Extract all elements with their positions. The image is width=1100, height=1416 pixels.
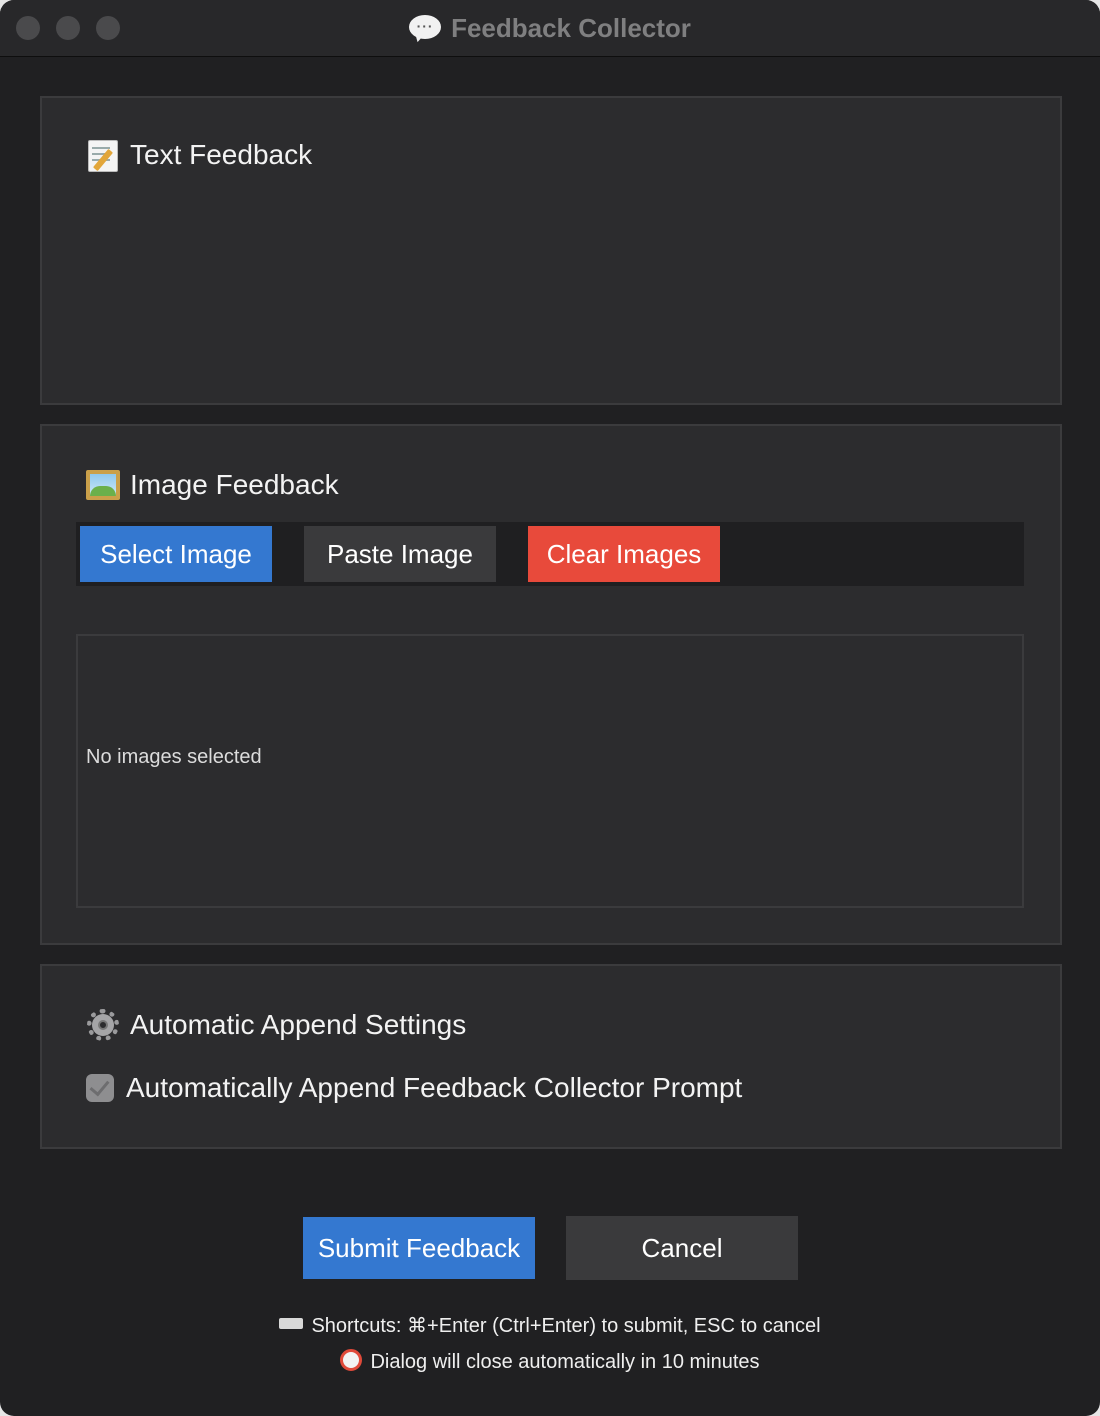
select-image-button[interactable]: Select Image [80, 526, 272, 582]
framed-picture-icon [86, 468, 120, 502]
memo-icon [86, 138, 120, 172]
image-feedback-title: Image Feedback [130, 469, 339, 500]
text-feedback-header: Text Feedback [86, 138, 312, 172]
text-feedback-group: Text Feedback [40, 96, 1062, 405]
checkmark-icon [89, 1075, 110, 1097]
timeout-hint: Dialog will close automatically in 10 mi… [0, 1349, 1100, 1374]
submit-feedback-button[interactable]: Submit Feedback [303, 1217, 535, 1279]
append-settings-group: Automatic Append Settings Automatically … [40, 964, 1062, 1149]
paste-image-button[interactable]: Paste Image [304, 526, 496, 582]
cancel-button[interactable]: Cancel [566, 1216, 798, 1280]
append-settings-title: Automatic Append Settings [130, 1009, 467, 1040]
auto-append-label[interactable]: Automatically Append Feedback Collector … [126, 1072, 742, 1104]
text-feedback-title: Text Feedback [130, 139, 313, 170]
window-title-container: ··· Feedback Collector [0, 0, 1100, 56]
keyboard-icon [279, 1318, 304, 1329]
no-images-label: No images selected [86, 746, 262, 768]
image-preview-area[interactable]: No images selected [76, 634, 1024, 908]
alarm-clock-icon [340, 1349, 363, 1371]
auto-append-checkbox-row[interactable]: Automatically Append Feedback Collector … [86, 1072, 742, 1104]
title-bar: ··· Feedback Collector [0, 0, 1100, 57]
gear-icon [86, 1008, 120, 1042]
feedback-collector-window: ··· Feedback Collector Text Feedback Ima… [0, 0, 1100, 1416]
image-button-bar: Select Image Paste Image Clear Images [76, 522, 1024, 586]
append-settings-header: Automatic Append Settings [86, 1008, 466, 1042]
timeout-text: Dialog will close automatically in 10 mi… [370, 1351, 760, 1373]
shortcuts-hint: Shortcuts: ⌘+Enter (Ctrl+Enter) to submi… [0, 1313, 1100, 1338]
image-feedback-group: Image Feedback Select Image Paste Image … [40, 424, 1062, 945]
speech-bubble-icon: ··· [409, 15, 442, 44]
clear-images-button[interactable]: Clear Images [528, 526, 720, 582]
auto-append-checkbox[interactable] [86, 1074, 114, 1102]
window-title: Feedback Collector [451, 12, 691, 43]
image-feedback-header: Image Feedback [86, 468, 339, 502]
shortcuts-text: Shortcuts: ⌘+Enter (Ctrl+Enter) to submi… [311, 1315, 821, 1337]
